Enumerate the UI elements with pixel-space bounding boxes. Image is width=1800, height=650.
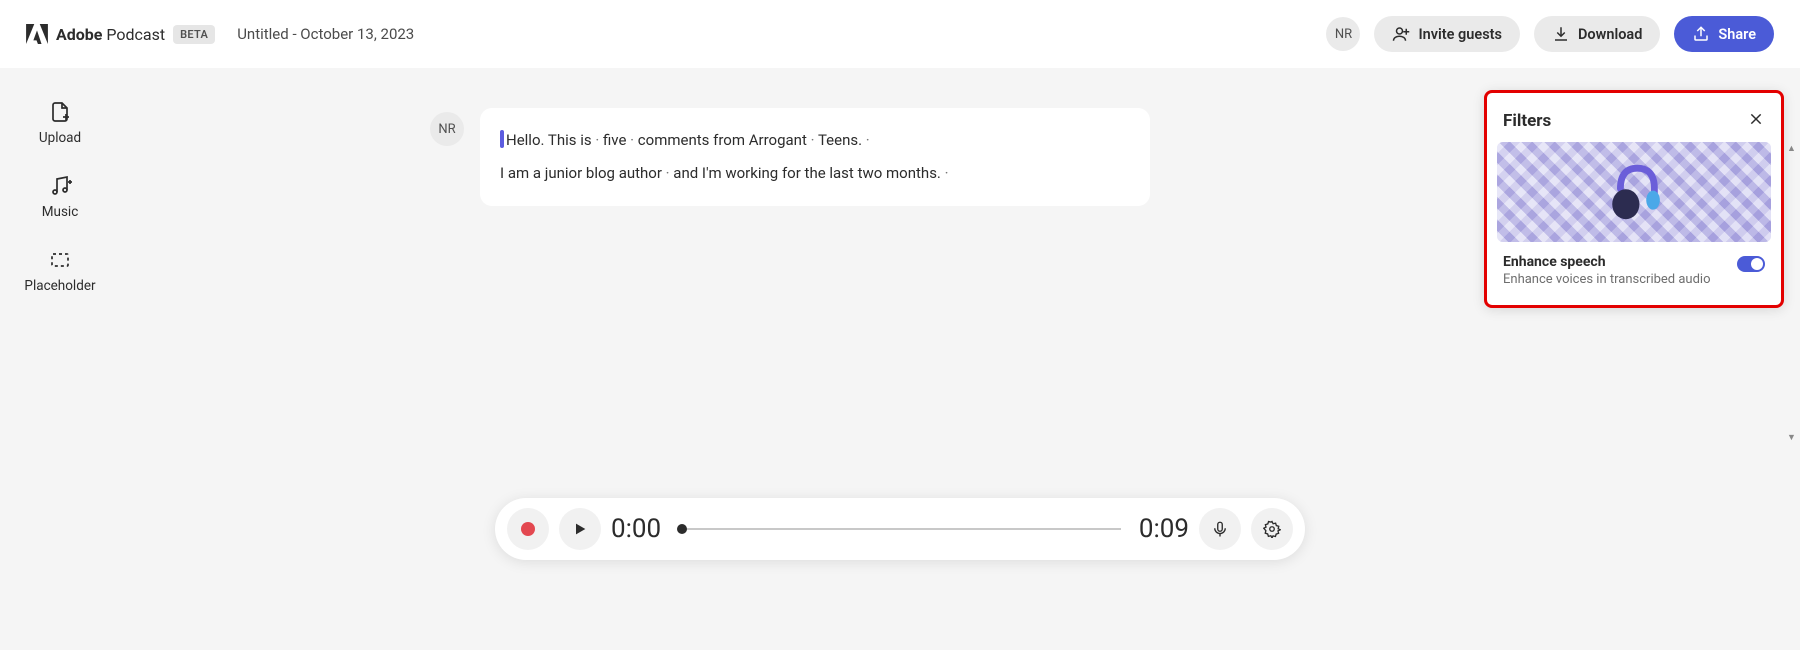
download-icon [1552,25,1570,43]
transcript-word[interactable]: author [619,164,666,182]
sidebar-item-placeholder[interactable]: Placeholder [0,248,120,294]
filters-panel: Filters Enhance speech Enhance voices in… [1484,90,1784,308]
invite-guests-button[interactable]: Invite guests [1374,16,1520,52]
transcript-word[interactable]: is [580,131,595,149]
transcript-word[interactable]: for [782,164,805,182]
transcript-word[interactable]: a [533,164,545,182]
panel-scrollbar[interactable]: ▲ ▼ [1787,143,1795,443]
beta-badge: BETA [173,25,215,44]
transcript-line[interactable]: I am a junior blog author · and I'm work… [500,157,1130,190]
enhance-speech-title: Enhance speech [1503,254,1711,270]
scroll-down-icon: ▼ [1787,432,1795,443]
settings-button[interactable] [1251,508,1293,550]
transcript-word[interactable]: Teens. [818,131,866,149]
brand-logo-group: Adobe Podcast BETA [26,24,215,44]
sidebar-item-label: Placeholder [24,278,95,294]
playhead-cursor [500,130,504,148]
invite-icon [1392,25,1410,43]
placeholder-icon [48,248,72,272]
record-button[interactable] [507,508,549,550]
pause-dot: · [630,131,638,149]
transcript-word[interactable]: two [858,164,886,182]
transcript-word[interactable]: five [603,131,630,149]
download-label: Download [1578,26,1642,43]
transcript-word[interactable]: last [829,164,857,182]
record-icon [521,522,535,536]
scroll-up-icon: ▲ [1787,143,1795,154]
transcript-word[interactable]: This [548,131,580,149]
filters-title: Filters [1503,111,1551,131]
project-title[interactable]: Untitled - October 13, 2023 [237,25,414,43]
app-header: Adobe Podcast BETA Untitled - October 13… [0,0,1800,68]
share-button[interactable]: Share [1674,16,1774,52]
left-sidebar: Upload Music Placeholder [0,68,120,294]
transcript-word[interactable]: am [508,164,533,182]
sidebar-item-label: Music [42,204,79,220]
microphone-headphone-icon [1600,158,1668,226]
pause-dot: · [595,131,603,149]
transcript-word[interactable]: comments [638,131,713,149]
enhance-speech-hero [1497,142,1771,242]
transcript-word[interactable]: the [805,164,830,182]
transcript-word[interactable]: months. [886,164,945,182]
pause-dot: · [811,131,818,149]
transcript-word[interactable]: and [673,164,702,182]
transcript-word[interactable]: working [725,164,782,182]
sidebar-item-music[interactable]: Music [0,174,120,220]
header-left: Adobe Podcast BETA Untitled - October 13… [26,24,414,44]
adobe-logo-icon [26,24,48,44]
playback-bar: 0:00 0:09 [495,498,1305,560]
timeline-track[interactable] [679,528,1121,530]
enhance-speech-description: Enhance voices in transcribed audio [1503,272,1711,287]
brand-name: Adobe Podcast [56,25,165,44]
transcript-word[interactable]: blog [586,164,619,182]
transcript-word[interactable]: Hello. [506,131,548,149]
transcript-word[interactable]: I [500,164,508,182]
sidebar-item-label: Upload [39,130,81,146]
transcript-word[interactable]: I'm [702,164,725,182]
speaker-avatar[interactable]: NR [430,112,464,146]
upload-icon [48,100,72,124]
header-right: NR Invite guests Download Share [1326,16,1774,52]
pause-dot: · [945,164,949,182]
play-icon [572,521,588,537]
invite-label: Invite guests [1418,26,1502,43]
total-duration: 0:09 [1139,514,1189,544]
enhance-speech-text: Enhance speech Enhance voices in transcr… [1503,254,1711,287]
transcript-block: NR Hello. This is · five · comments from… [430,108,1150,206]
play-button[interactable] [559,508,601,550]
user-avatar[interactable]: NR [1326,17,1360,51]
sidebar-item-upload[interactable]: Upload [0,100,120,146]
transcript-card[interactable]: Hello. This is · five · comments from Ar… [480,108,1150,206]
share-icon [1692,25,1710,43]
enhance-speech-row: Enhance speech Enhance voices in transcr… [1497,242,1771,295]
playhead-dot[interactable] [677,524,687,534]
transcript-word[interactable]: Arrogant [749,131,811,149]
microphone-button[interactable] [1199,508,1241,550]
share-label: Share [1718,26,1756,43]
music-icon [48,174,72,198]
microphone-icon [1211,520,1229,538]
transcript-word[interactable]: from [713,131,749,149]
transcript-word[interactable]: junior [545,164,586,182]
current-time: 0:00 [611,514,661,544]
download-button[interactable]: Download [1534,16,1660,52]
enhance-speech-toggle[interactable] [1737,256,1765,272]
close-icon[interactable] [1747,109,1765,132]
transcript-line[interactable]: Hello. This is · five · comments from Ar… [500,124,1130,157]
pause-dot: · [866,131,870,149]
gear-icon [1263,520,1281,538]
filters-header: Filters [1497,103,1771,142]
